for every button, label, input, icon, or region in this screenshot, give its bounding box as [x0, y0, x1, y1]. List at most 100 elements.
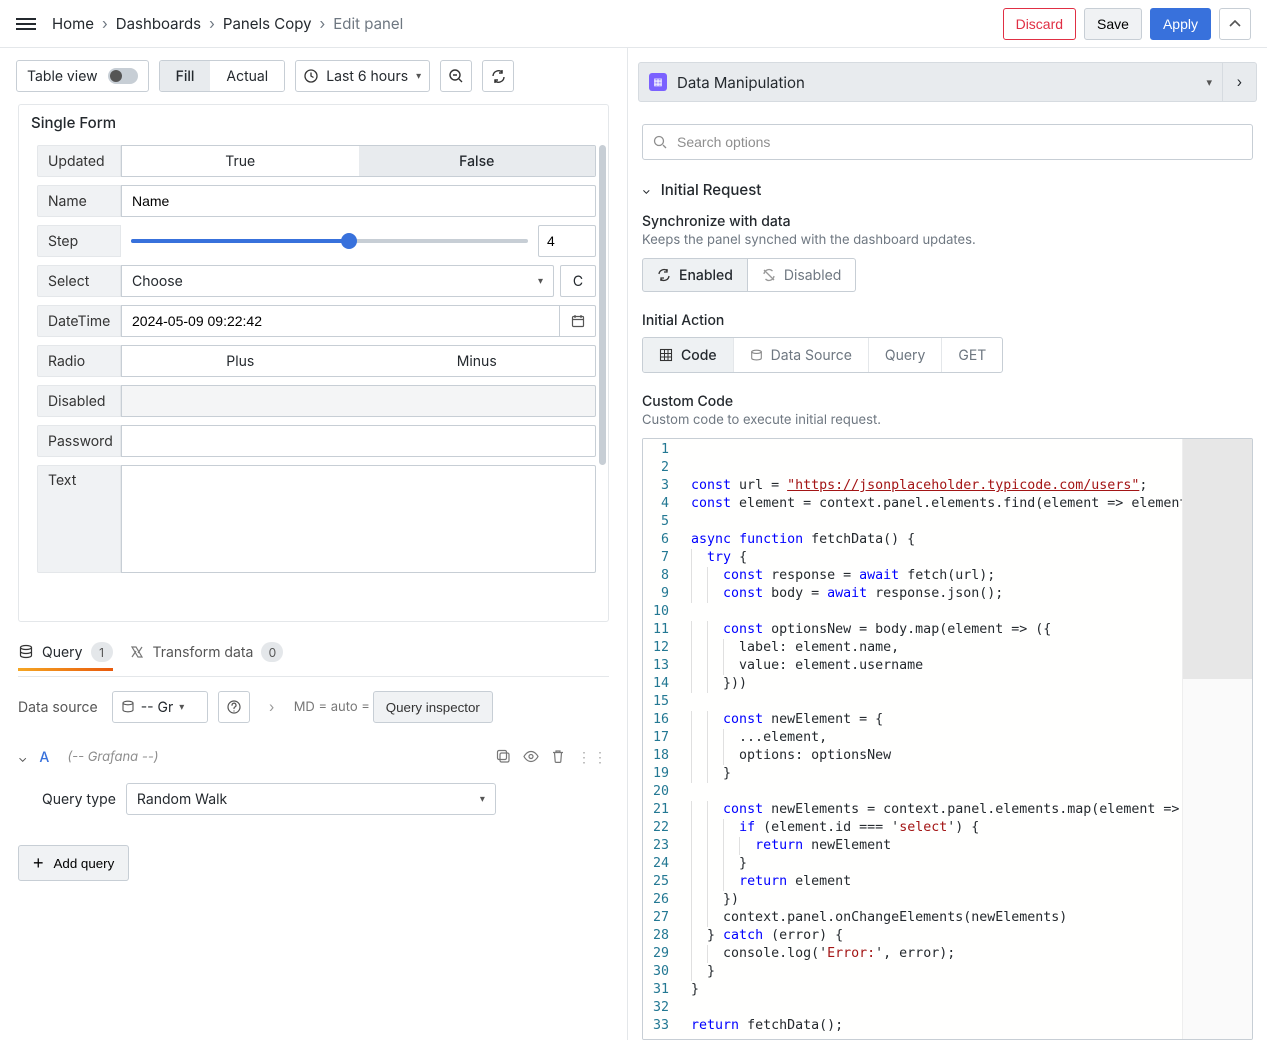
- collapse-options-button[interactable]: [1219, 8, 1251, 40]
- fill-tab[interactable]: Fill: [160, 61, 211, 91]
- breadcrumb-home[interactable]: Home: [52, 14, 94, 33]
- query-tab-label: Query: [42, 644, 83, 661]
- calendar-button[interactable]: [560, 305, 596, 337]
- drag-handle-icon[interactable]: ⋮⋮: [577, 749, 609, 766]
- panel-title: Single Form: [31, 113, 116, 132]
- sync-enabled[interactable]: Enabled: [642, 258, 748, 292]
- query-inspector-button[interactable]: Query inspector: [373, 691, 493, 723]
- query-ref-id[interactable]: A: [39, 749, 49, 766]
- expand-arrow[interactable]: ›: [260, 699, 284, 716]
- ia-query[interactable]: Query: [869, 338, 943, 372]
- scrollbar[interactable]: [599, 145, 606, 465]
- code-gutter: 1234567891011121314151617181920212223242…: [643, 439, 687, 1039]
- password-label: Password: [37, 425, 121, 457]
- radio-minus[interactable]: Minus: [359, 346, 596, 376]
- refresh-button[interactable]: [482, 60, 514, 92]
- menu-icon[interactable]: [16, 18, 36, 30]
- time-picker[interactable]: Last 6 hours ▾: [295, 60, 430, 92]
- query-tabs: Query 1 Transform data 0: [18, 628, 609, 677]
- code-minimap[interactable]: [1182, 439, 1252, 1039]
- name-input[interactable]: [121, 185, 596, 217]
- transform-tab-label: Transform data: [153, 644, 254, 661]
- step-value-input[interactable]: [538, 225, 596, 257]
- copy-query-icon[interactable]: [496, 749, 511, 766]
- disabled-input: [121, 385, 596, 417]
- chevron-down-icon: ▾: [480, 793, 485, 805]
- chevron-down-icon: ⌄: [642, 183, 651, 197]
- name-label: Name: [37, 185, 121, 217]
- table-view-toggle[interactable]: Table view: [16, 60, 149, 92]
- sync-title: Synchronize with data: [642, 213, 1253, 230]
- grid-icon: [659, 348, 673, 362]
- datasource-label: Data source: [18, 699, 102, 716]
- discard-button[interactable]: Discard: [1003, 8, 1076, 40]
- password-input[interactable]: [121, 425, 596, 457]
- ia-get[interactable]: GET: [942, 338, 1002, 372]
- sync-icon: [657, 268, 671, 282]
- delete-query-icon[interactable]: [551, 749, 565, 766]
- updated-false[interactable]: False: [359, 146, 596, 176]
- breadcrumb-current: Edit panel: [333, 14, 403, 33]
- text-label: Text: [37, 465, 121, 573]
- breadcrumb: Home› Dashboards› Panels Copy› Edit pane…: [52, 14, 1003, 33]
- chevron-down-icon: ▾: [538, 275, 543, 287]
- sync-disabled[interactable]: Disabled: [748, 258, 856, 292]
- step-label: Step: [37, 225, 121, 257]
- ia-code[interactable]: Code: [643, 338, 734, 372]
- query-tab[interactable]: Query 1: [18, 634, 113, 670]
- transform-tab[interactable]: Transform data 0: [129, 634, 284, 670]
- initial-action-title: Initial Action: [642, 312, 1253, 329]
- sync-desc: Keeps the panel synched with the dashboa…: [642, 232, 1253, 248]
- updated-true[interactable]: True: [122, 146, 359, 176]
- datetime-label: DateTime: [37, 305, 121, 337]
- add-query-label: Add query: [54, 856, 115, 871]
- select-value: Choose: [132, 273, 183, 290]
- collapse-sidebar-button[interactable]: ›: [1223, 62, 1257, 102]
- panel-type-title: Data Manipulation: [677, 73, 1196, 92]
- sync-off-icon: [762, 268, 776, 282]
- add-query-button[interactable]: + Add query: [18, 845, 129, 881]
- save-button[interactable]: Save: [1084, 8, 1142, 40]
- datasource-select[interactable]: -- Gr ▾: [112, 691, 208, 723]
- disabled-label: Disabled: [784, 267, 841, 284]
- options-search-input[interactable]: [675, 133, 1242, 151]
- code-content[interactable]: const url = "https://jsonplaceholder.typ…: [687, 439, 1252, 1039]
- switch-icon[interactable]: [108, 68, 138, 84]
- datetime-input[interactable]: [121, 305, 560, 337]
- panel-type-header[interactable]: ▦ Data Manipulation ▾: [638, 62, 1223, 102]
- options-search[interactable]: [642, 124, 1253, 160]
- datasource-help-button[interactable]: [218, 691, 250, 723]
- query-type-select[interactable]: Random Walk ▾: [126, 783, 496, 815]
- query-collapse-toggle[interactable]: ⌄: [18, 750, 27, 765]
- chevron-down-icon: ▾: [416, 70, 421, 82]
- chevron-down-icon: ▾: [1206, 75, 1212, 89]
- text-textarea[interactable]: [121, 465, 596, 573]
- left-toolbar: Table view Fill Actual Last 6 hours ▾: [0, 48, 627, 104]
- query-count-badge: 1: [91, 642, 113, 662]
- toggle-visibility-icon[interactable]: [523, 749, 539, 766]
- time-range-label: Last 6 hours: [326, 68, 408, 85]
- apply-button[interactable]: Apply: [1150, 8, 1211, 40]
- database-icon: [750, 349, 763, 362]
- initial-request-section[interactable]: ⌄ Initial Request: [642, 178, 1253, 209]
- topbar: Home› Dashboards› Panels Copy› Edit pane…: [0, 0, 1267, 48]
- search-icon: [653, 135, 667, 149]
- chevron-down-icon: ▾: [179, 701, 184, 713]
- custom-code-title: Custom Code: [642, 393, 1253, 410]
- plus-icon: +: [33, 854, 44, 872]
- initial-action-group: Code Data Source Query GET: [642, 337, 1003, 373]
- breadcrumb-dashboards[interactable]: Dashboards: [116, 14, 201, 33]
- ia-datasource[interactable]: Data Source: [734, 338, 869, 372]
- custom-code-desc: Custom code to execute initial request.: [642, 412, 1253, 428]
- select-ctx-button[interactable]: C: [560, 265, 596, 297]
- breadcrumb-panels-copy[interactable]: Panels Copy: [223, 14, 312, 33]
- panel-preview: Single Form Updated True False Name Step: [18, 104, 609, 622]
- ia-code-label: Code: [681, 347, 717, 364]
- code-editor[interactable]: 1234567891011121314151617181920212223242…: [642, 438, 1253, 1040]
- actual-tab[interactable]: Actual: [210, 61, 284, 91]
- zoom-out-button[interactable]: [440, 60, 472, 92]
- step-slider[interactable]: [131, 239, 528, 243]
- radio-plus[interactable]: Plus: [122, 346, 359, 376]
- ia-ds-label: Data Source: [771, 347, 852, 364]
- select-dropdown[interactable]: Choose ▾: [121, 265, 554, 297]
